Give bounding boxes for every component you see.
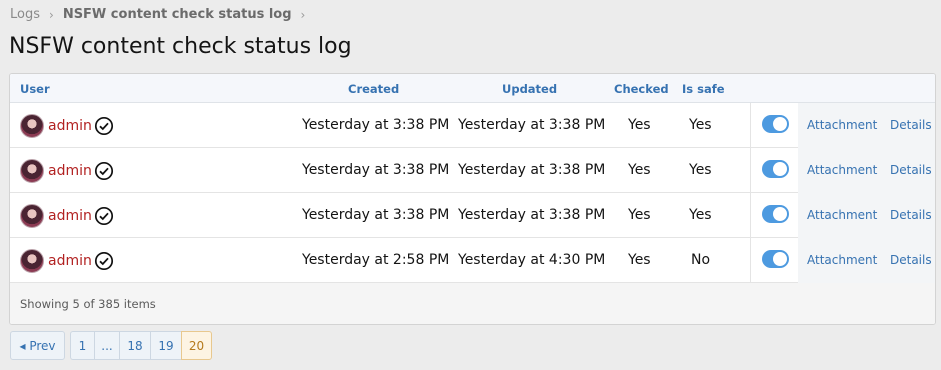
avatar[interactable] xyxy=(20,159,44,183)
username-link[interactable]: admin xyxy=(48,118,92,134)
user-cell: admin xyxy=(20,204,114,228)
column-header-checked: Checked xyxy=(614,82,669,96)
created-cell: Yesterday at 3:38 PM xyxy=(302,117,450,133)
attachment-link[interactable]: Attachment xyxy=(807,208,877,222)
check-circle-icon xyxy=(94,251,113,271)
table-footer: Showing 5 of 385 items xyxy=(10,283,935,324)
enable-toggle[interactable] xyxy=(762,160,789,178)
status-log-table: User Created Updated Checked Is safe adm… xyxy=(9,73,936,325)
toggle-cell xyxy=(750,148,798,193)
page-title: NSFW content check status log xyxy=(9,34,352,59)
is-safe-cell: No xyxy=(691,252,711,268)
username-link[interactable]: admin xyxy=(48,208,92,224)
chevron-right-icon: › xyxy=(49,7,54,22)
table-header: User Created Updated Checked Is safe xyxy=(10,74,935,103)
column-header-updated: Updated xyxy=(502,82,558,96)
table-row: admin Yesterday at 3:38 PM Yesterday at … xyxy=(10,103,935,148)
checked-cell: Yes xyxy=(628,207,651,223)
page-button-1[interactable]: 1 xyxy=(70,331,94,360)
toggle-cell xyxy=(750,238,798,283)
table-row: admin Yesterday at 2:58 PM Yesterday at … xyxy=(10,238,935,283)
avatar[interactable] xyxy=(20,204,44,228)
is-safe-cell: Yes xyxy=(689,207,712,223)
enable-toggle[interactable] xyxy=(762,205,789,223)
user-cell: admin xyxy=(20,114,114,138)
enable-toggle[interactable] xyxy=(762,250,789,268)
toggle-knob xyxy=(773,207,787,221)
toggle-knob xyxy=(773,162,787,176)
toggle-knob xyxy=(773,252,787,266)
chevron-right-icon: › xyxy=(300,7,306,22)
avatar[interactable] xyxy=(20,114,44,138)
created-cell: Yesterday at 2:58 PM xyxy=(302,252,450,268)
page-button-19[interactable]: 19 xyxy=(150,331,181,360)
table-row: admin Yesterday at 3:38 PM Yesterday at … xyxy=(10,148,935,193)
items-count-text: Showing 5 of 385 items xyxy=(20,297,156,311)
check-circle-icon xyxy=(94,206,113,226)
toggle-knob xyxy=(773,117,787,131)
page-button-20-current[interactable]: 20 xyxy=(181,331,212,360)
attachment-link[interactable]: Attachment xyxy=(807,253,877,267)
attachment-link[interactable]: Attachment xyxy=(807,163,877,177)
is-safe-cell: Yes xyxy=(689,162,712,178)
updated-cell: Yesterday at 4:30 PM xyxy=(458,252,606,268)
created-cell: Yesterday at 3:38 PM xyxy=(302,162,450,178)
enable-toggle[interactable] xyxy=(762,115,789,133)
column-header-created: Created xyxy=(348,82,400,96)
checked-cell: Yes xyxy=(628,162,651,178)
page-numbers: 1 ... 18 19 20 xyxy=(70,331,212,360)
details-link[interactable]: Details xyxy=(890,208,932,222)
checked-cell: Yes xyxy=(628,117,651,133)
page-ellipsis-button[interactable]: ... xyxy=(94,331,119,360)
actions-cell: Attachment Details xyxy=(798,193,935,238)
actions-cell: Attachment Details xyxy=(798,148,935,193)
actions-cell: Attachment Details xyxy=(798,238,935,283)
checked-cell: Yes xyxy=(628,252,651,268)
attachment-link[interactable]: Attachment xyxy=(807,118,877,132)
breadcrumb: Logs › NSFW content check status log › xyxy=(10,7,314,22)
details-link[interactable]: Details xyxy=(890,163,932,177)
breadcrumb-current-link[interactable]: NSFW content check status log xyxy=(63,7,292,22)
details-link[interactable]: Details xyxy=(890,253,932,267)
updated-cell: Yesterday at 3:38 PM xyxy=(458,162,606,178)
updated-cell: Yesterday at 3:38 PM xyxy=(458,207,606,223)
check-circle-icon xyxy=(94,161,113,181)
breadcrumb-logs-link[interactable]: Logs xyxy=(10,7,40,22)
updated-cell: Yesterday at 3:38 PM xyxy=(458,117,606,133)
column-header-user: User xyxy=(20,82,50,96)
toggle-cell xyxy=(750,103,798,148)
table-row: admin Yesterday at 3:38 PM Yesterday at … xyxy=(10,193,935,238)
is-safe-cell: Yes xyxy=(689,117,712,133)
page-button-18[interactable]: 18 xyxy=(119,331,150,360)
check-circle-icon xyxy=(94,116,113,136)
column-header-is-safe: Is safe xyxy=(682,82,725,96)
pagination: ◂ Prev 1 ... 18 19 20 xyxy=(10,331,212,360)
username-link[interactable]: admin xyxy=(48,253,92,269)
user-cell: admin xyxy=(20,249,114,273)
user-cell: admin xyxy=(20,159,114,183)
actions-cell: Attachment Details xyxy=(798,103,935,148)
username-link[interactable]: admin xyxy=(48,163,92,179)
toggle-cell xyxy=(750,193,798,238)
avatar[interactable] xyxy=(20,249,44,273)
created-cell: Yesterday at 3:38 PM xyxy=(302,207,450,223)
details-link[interactable]: Details xyxy=(890,118,932,132)
prev-page-button[interactable]: ◂ Prev xyxy=(10,331,65,360)
